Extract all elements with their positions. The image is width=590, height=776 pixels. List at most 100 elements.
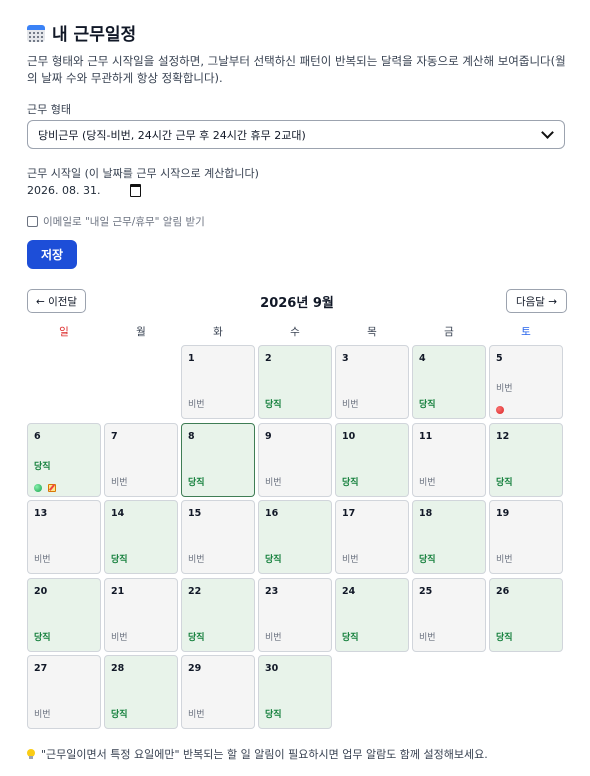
day-cell[interactable]: 17 비번 xyxy=(335,500,409,574)
day-cell[interactable]: 4 당직 xyxy=(412,345,486,419)
shift-label: 당직 xyxy=(496,477,513,488)
day-cell[interactable]: 25 비번 xyxy=(412,577,486,652)
weekday-thu: 목 xyxy=(367,326,377,338)
day-number: 12 xyxy=(496,430,510,442)
shift-label: 당직 xyxy=(188,477,205,488)
day-cell[interactable]: 22 당직 xyxy=(181,577,255,652)
shift-label: 당직 xyxy=(34,632,51,643)
day-number: 18 xyxy=(419,508,433,519)
shift-label: 당직 xyxy=(342,477,359,488)
work-type-label: 근무 형태 xyxy=(27,103,71,116)
memo-icon xyxy=(48,483,56,492)
day-cell[interactable]: 26 당직 xyxy=(489,577,563,652)
email-alert-option[interactable]: 이메일로 "내일 근무/휴무" 알림 받기 xyxy=(27,214,205,229)
shift-label: 당직 xyxy=(419,400,436,410)
day-cell[interactable]: 20 당직 xyxy=(27,577,101,652)
shift-label: 비번 xyxy=(188,400,205,410)
weekday-wed: 수 xyxy=(290,326,300,338)
weekday-tue: 화 xyxy=(213,326,223,338)
day-cell[interactable]: 11 비번 xyxy=(412,422,486,497)
shift-label: 당직 xyxy=(265,555,282,565)
day-cell[interactable]: 18 당직 xyxy=(412,500,486,574)
footer-tip-text: "근무일이면서 특정 요일에만" 반복되는 할 일 알림이 필요하시면 업무 알… xyxy=(41,748,488,761)
day-cell[interactable]: 5 비번 xyxy=(489,345,563,419)
day-cell[interactable]: 15 비번 xyxy=(181,500,255,574)
day-number: 20 xyxy=(34,585,48,597)
day-number: 4 xyxy=(419,353,426,364)
day-cell[interactable]: 13 비번 xyxy=(27,500,101,574)
shift-label: 비번 xyxy=(496,555,513,565)
lightbulb-icon xyxy=(27,749,35,759)
day-number: 14 xyxy=(111,508,125,519)
empty-cell xyxy=(104,345,178,419)
shift-label: 비번 xyxy=(34,710,51,720)
day-cell[interactable]: 27 비번 xyxy=(27,655,101,729)
shift-label: 당직 xyxy=(111,710,128,720)
shift-label: 비번 xyxy=(419,632,436,643)
page-title: 내 근무일정 xyxy=(52,25,137,45)
shift-label: 비번 xyxy=(111,477,128,488)
day-cell[interactable]: 9 비번 xyxy=(258,422,332,497)
shift-label: 당직 xyxy=(265,400,282,410)
calendar-icon xyxy=(27,24,45,42)
date-picker-icon[interactable] xyxy=(130,184,142,197)
day-number: 24 xyxy=(342,585,356,597)
day-number: 8 xyxy=(188,430,195,442)
day-number: 26 xyxy=(496,585,510,597)
shift-label: 당직 xyxy=(342,632,359,643)
shift-label: 당직 xyxy=(188,632,205,643)
day-cell[interactable]: 29 비번 xyxy=(181,655,255,729)
day-cell-today[interactable]: 8 당직 xyxy=(181,422,255,497)
day-cell[interactable]: 6 당직 xyxy=(27,422,101,497)
day-number: 25 xyxy=(419,585,433,597)
day-cell[interactable]: 28 당직 xyxy=(104,655,178,729)
shift-label: 당직 xyxy=(265,710,282,720)
email-alert-checkbox[interactable] xyxy=(27,216,38,227)
page-description: 근무 형태와 근무 시작일을 설정하면, 그날부터 선택하신 패턴이 반복되는 … xyxy=(27,54,566,85)
next-month-button[interactable]: 다음달 → xyxy=(506,289,567,313)
day-cell[interactable]: 7 비번 xyxy=(104,422,178,497)
day-number: 9 xyxy=(265,430,272,442)
work-type-select[interactable]: 당비근무 (당직-비번, 24시간 근무 후 24시간 휴무 2교대) xyxy=(27,120,565,149)
save-button[interactable]: 저장 xyxy=(27,240,77,269)
shift-label: 비번 xyxy=(111,632,128,643)
month-title: 2026년 9월 xyxy=(260,296,334,311)
day-number: 30 xyxy=(265,663,279,674)
day-number: 10 xyxy=(342,430,356,442)
start-date-input[interactable]: 2026. 08. 31. xyxy=(27,184,142,197)
shift-label: 당직 xyxy=(419,555,436,565)
day-cell[interactable]: 30 당직 xyxy=(258,655,332,729)
day-number: 7 xyxy=(111,430,118,442)
day-number: 23 xyxy=(265,585,279,597)
weekday-sun: 일 xyxy=(59,326,69,338)
weekday-mon: 월 xyxy=(136,326,146,338)
shift-label: 비번 xyxy=(34,555,51,565)
chevron-down-icon xyxy=(541,126,554,139)
day-cell[interactable]: 12 당직 xyxy=(489,422,563,497)
day-cell[interactable]: 14 당직 xyxy=(104,500,178,574)
day-number: 15 xyxy=(188,508,202,519)
day-cell[interactable]: 10 당직 xyxy=(335,422,409,497)
day-number: 28 xyxy=(111,663,125,674)
page-header: 내 근무일정 xyxy=(27,20,136,45)
day-number: 16 xyxy=(265,508,279,519)
weekday-header: 일 월 화 수 목 금 토 xyxy=(27,324,567,339)
day-cell[interactable]: 3 비번 xyxy=(335,345,409,419)
shift-label: 비번 xyxy=(342,555,359,565)
shift-label: 비번 xyxy=(419,477,436,488)
day-markers xyxy=(34,483,56,492)
shift-label: 당직 xyxy=(111,555,128,565)
day-cell[interactable]: 2 당직 xyxy=(258,345,332,419)
day-cell[interactable]: 23 비번 xyxy=(258,577,332,652)
day-markers xyxy=(496,406,504,414)
weekday-fri: 금 xyxy=(444,326,454,338)
day-cell[interactable]: 19 비번 xyxy=(489,500,563,574)
day-number: 5 xyxy=(496,353,503,364)
day-cell[interactable]: 16 당직 xyxy=(258,500,332,574)
day-cell[interactable]: 1 비번 xyxy=(181,345,255,419)
shift-label: 비번 xyxy=(342,400,359,410)
day-cell[interactable]: 21 비번 xyxy=(104,577,178,652)
empty-cell xyxy=(27,345,101,419)
day-number: 27 xyxy=(34,663,48,674)
day-cell[interactable]: 24 당직 xyxy=(335,577,409,652)
